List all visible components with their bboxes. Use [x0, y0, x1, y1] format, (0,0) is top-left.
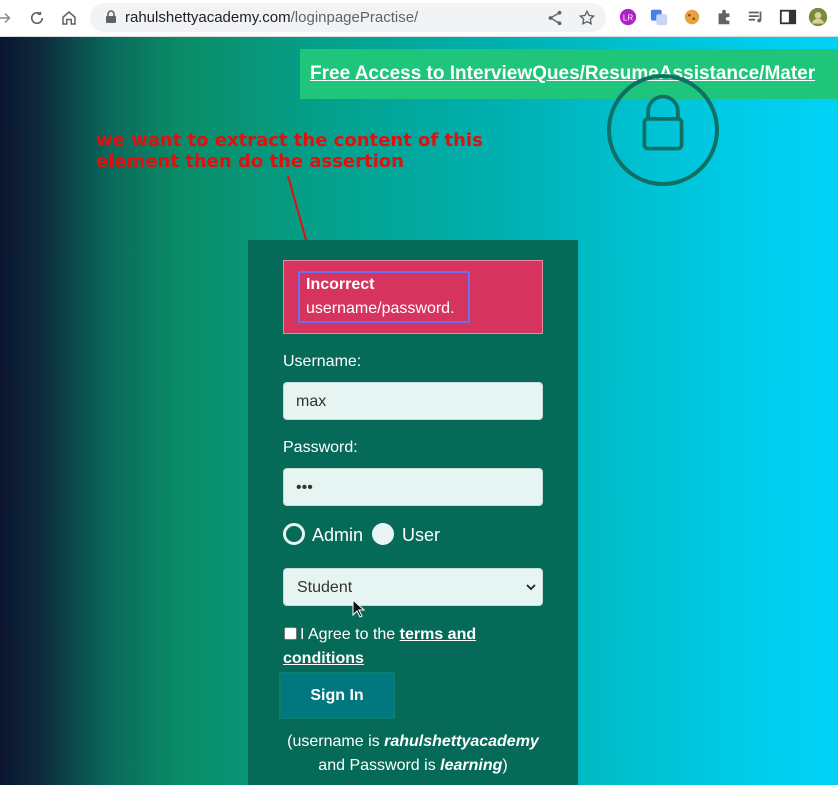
user-radio[interactable]: [372, 523, 394, 545]
share-icon[interactable]: [546, 9, 564, 27]
cookie-icon[interactable]: [682, 7, 702, 27]
role-select[interactable]: Student: [283, 568, 543, 606]
username-label: Username:: [283, 353, 362, 370]
admin-radio[interactable]: [283, 523, 305, 545]
home-icon[interactable]: [58, 7, 80, 29]
media-queue-icon[interactable]: [746, 7, 766, 27]
login-page: Free Access to InterviewQues/ResumeAssis…: [0, 37, 838, 785]
user-radio-label: User: [402, 525, 441, 545]
profile-avatar[interactable]: [808, 7, 828, 27]
terms-text: I Agree to the terms and conditions: [283, 626, 477, 667]
sign-in-button[interactable]: Sign In: [279, 672, 395, 719]
address-bar[interactable]: rahulshettyacademy.com/loginpagePractise…: [90, 3, 606, 32]
reload-icon[interactable]: [26, 7, 48, 29]
promo-banner: Free Access to InterviewQues/ResumeAssis…: [300, 49, 838, 99]
login-form-panel: Incorrect username/password. Username: m…: [248, 240, 578, 785]
alert-highlight: Incorrect username/password.: [298, 271, 470, 323]
lock-icon: [106, 10, 116, 23]
url-text: rahulshettyacademy.com/loginpagePractise…: [125, 9, 419, 26]
svg-text:LR: LR: [623, 14, 633, 23]
extension-lr-icon[interactable]: LR: [618, 7, 638, 27]
promo-link[interactable]: Free Access to InterviewQues/ResumeAssis…: [310, 63, 815, 85]
translate-icon[interactable]: [649, 7, 669, 27]
annotation-note: we want to extract the content of this e…: [96, 130, 483, 172]
bookmark-star-icon[interactable]: [578, 9, 596, 27]
mouse-cursor-icon: [352, 599, 366, 618]
error-alert: Incorrect username/password.: [283, 260, 543, 334]
browser-toolbar: rahulshettyacademy.com/loginpagePractise…: [0, 0, 838, 37]
extensions-puzzle-icon[interactable]: [714, 7, 734, 27]
forward-icon[interactable]: [0, 7, 16, 29]
padlock-icon: [642, 94, 684, 151]
lock-logo: [607, 74, 719, 186]
credentials-hint: (username is rahulshettyacademy and Pass…: [287, 733, 539, 774]
username-input[interactable]: max: [283, 382, 543, 420]
side-panel-icon[interactable]: [778, 7, 798, 27]
password-label: Password:: [283, 439, 358, 456]
alert-title: Incorrect: [306, 276, 375, 293]
password-input[interactable]: •••: [283, 468, 543, 506]
chevron-down-icon: [526, 584, 536, 591]
alert-message: username/password.: [306, 300, 455, 317]
admin-radio-label: Admin: [312, 525, 364, 545]
